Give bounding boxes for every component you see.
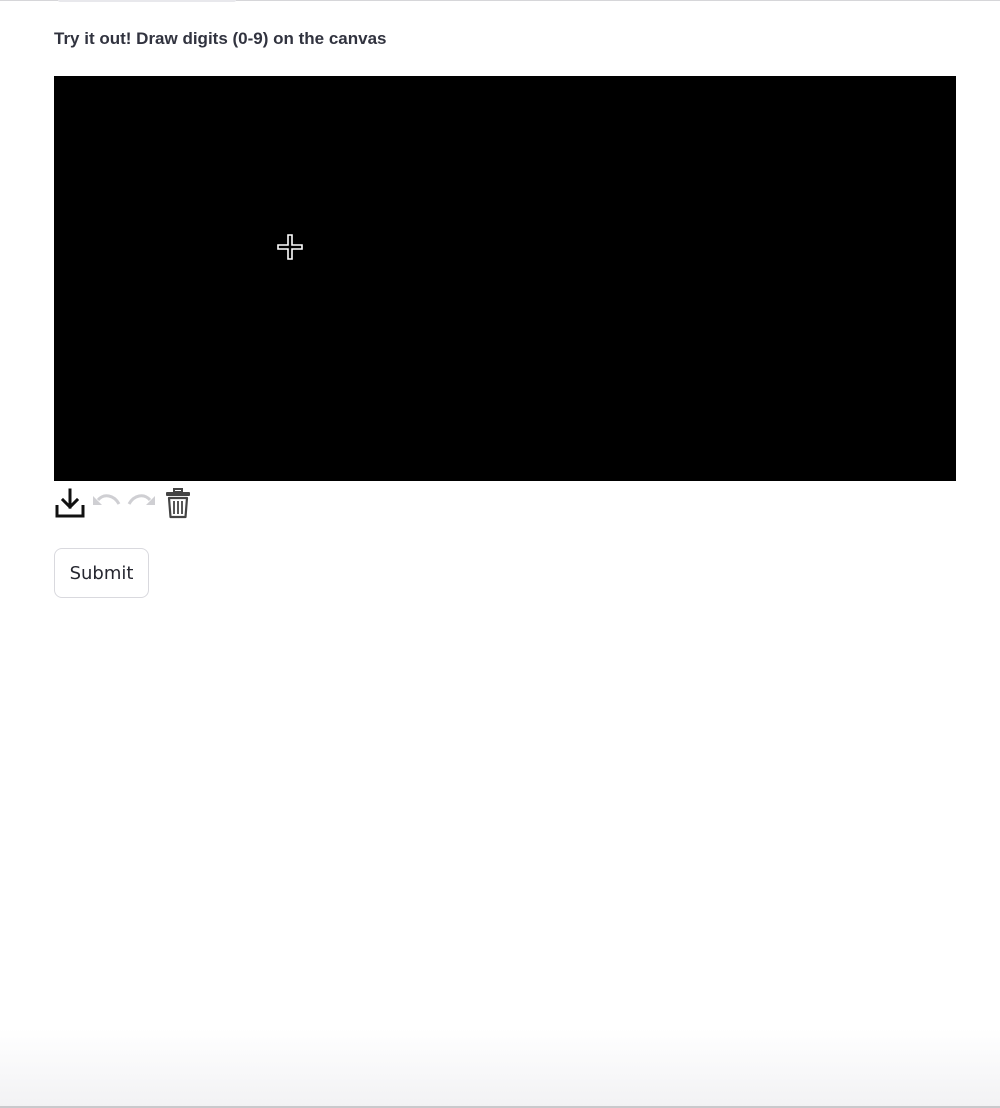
bottom-fade	[0, 1028, 1000, 1108]
redo-button[interactable]	[126, 487, 158, 519]
download-button[interactable]	[54, 487, 86, 519]
undo-button[interactable]	[90, 487, 122, 519]
redo-icon	[127, 494, 155, 505]
trash-icon	[166, 488, 190, 519]
undo-icon	[93, 494, 121, 505]
download-icon	[55, 488, 85, 518]
crosshair-cursor-icon	[277, 234, 303, 260]
canvas-toolbar	[54, 486, 194, 520]
submit-button[interactable]: Submit	[54, 548, 149, 598]
previous-element-edge	[58, 0, 236, 2]
canvas-instructions-heading: Try it out! Draw digits (0-9) on the can…	[54, 29, 387, 48]
clear-canvas-button[interactable]	[162, 487, 194, 519]
drawing-canvas[interactable]	[54, 76, 956, 481]
